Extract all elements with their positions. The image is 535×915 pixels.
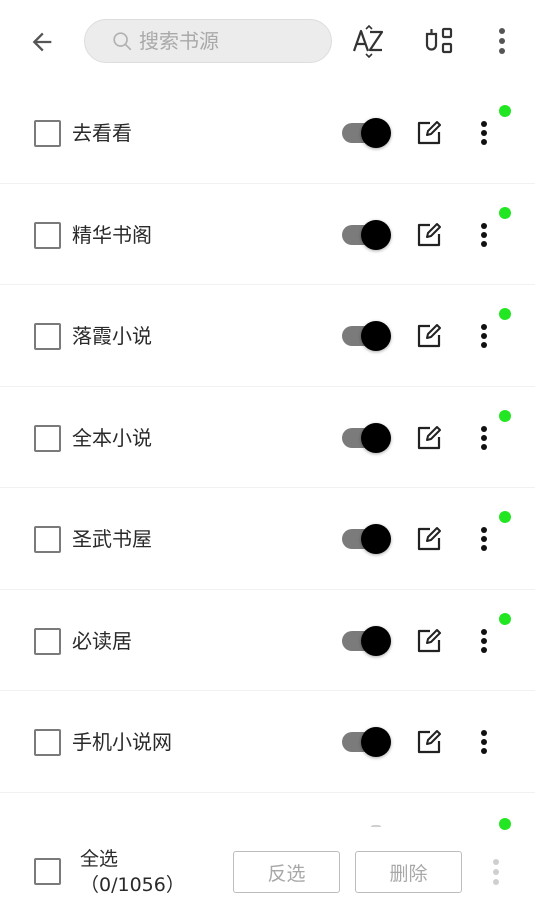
book-source-list[interactable]: 去看看精华书阁落霞小说全本小说圣武书屋 必读居手机小说网 [0, 82, 535, 827]
source-more-button[interactable] [470, 624, 498, 658]
source-more-button[interactable] [470, 218, 498, 252]
more-vertical-icon [480, 222, 488, 248]
invert-selection-button[interactable]: 反选 [233, 851, 340, 893]
status-dot [499, 308, 511, 320]
source-row[interactable]: 去看看 [0, 82, 535, 184]
more-vertical-icon [480, 729, 488, 755]
switch-thumb [361, 524, 391, 554]
more-vertical-icon [499, 28, 505, 54]
status-dot [499, 105, 511, 117]
source-row[interactable]: 全本小说 [0, 387, 535, 488]
switch-thumb [361, 727, 391, 757]
selection-count: （0/1056） [80, 874, 185, 896]
select-all-label[interactable]: 全选 [80, 847, 118, 871]
source-enable-switch[interactable] [342, 422, 392, 454]
source-name: 精华书阁 [72, 222, 152, 247]
source-name: 去看看 [72, 121, 132, 145]
status-dot [499, 818, 511, 830]
status-dot [499, 612, 511, 625]
search-input[interactable] [139, 29, 319, 53]
source-more-button[interactable] [470, 522, 498, 556]
edit-source-button[interactable] [414, 220, 444, 250]
source-more-button[interactable] [470, 319, 498, 353]
source-checkbox[interactable] [34, 627, 61, 655]
delete-button[interactable]: 删除 [355, 851, 462, 893]
edit-source-button[interactable] [414, 524, 444, 554]
source-enable-switch[interactable] [342, 117, 392, 149]
source-row[interactable]: 落霞小说 [0, 285, 535, 387]
edit-icon [416, 323, 442, 349]
switch-thumb [361, 321, 391, 351]
bottom-action-bar: 全选 （0/1056） 反选 删除 [0, 818, 535, 915]
source-checkbox[interactable] [34, 221, 61, 249]
source-name: 全本小说 [72, 425, 152, 450]
source-name: 必读居 [72, 628, 132, 653]
book-source-manager: 去看看精华书阁落霞小说全本小说圣武书屋 必读居手机小说网 全选 （0/1056）… [0, 0, 535, 915]
switch-thumb [361, 219, 391, 250]
source-enable-switch[interactable] [342, 726, 392, 758]
search-box[interactable] [84, 19, 332, 63]
more-vertical-icon [480, 526, 488, 552]
status-dot [499, 206, 511, 219]
more-vertical-icon [480, 323, 488, 349]
more-vertical-icon [480, 628, 488, 654]
source-checkbox[interactable] [34, 526, 61, 553]
edit-source-button[interactable] [414, 423, 444, 453]
source-more-button[interactable] [470, 421, 498, 455]
source-row[interactable]: 必读居 [0, 590, 535, 691]
edit-source-button[interactable] [414, 118, 444, 148]
status-dot [499, 409, 511, 422]
source-row-partial [0, 793, 535, 828]
source-checkbox[interactable] [34, 424, 61, 452]
bottom-more-button[interactable] [483, 855, 509, 889]
edit-icon [416, 425, 442, 451]
more-options-button[interactable] [481, 20, 523, 62]
source-row[interactable]: 精华书阁 [0, 184, 535, 285]
more-vertical-icon [480, 425, 488, 451]
edit-icon [416, 628, 442, 654]
sort-button[interactable] [348, 20, 390, 62]
group-button[interactable] [419, 20, 461, 62]
edit-icon [416, 120, 442, 146]
edit-icon [416, 729, 442, 755]
source-enable-switch[interactable] [342, 523, 392, 555]
source-more-button[interactable] [470, 116, 498, 150]
edit-icon [416, 526, 442, 552]
source-checkbox[interactable] [34, 120, 61, 147]
edit-icon [416, 222, 442, 248]
source-name: 手机小说网 [72, 730, 172, 754]
switch-thumb [361, 625, 391, 656]
search-icon [111, 30, 133, 52]
select-all-checkbox[interactable] [34, 858, 61, 885]
source-more-button[interactable] [470, 725, 498, 759]
status-dot [499, 511, 511, 523]
switch-thumb [361, 422, 391, 453]
sort-az-icon [352, 24, 384, 58]
source-checkbox[interactable] [34, 729, 61, 756]
source-checkbox[interactable] [34, 323, 61, 350]
source-enable-switch[interactable] [342, 320, 392, 352]
arrow-left-icon [32, 32, 52, 52]
edit-source-button[interactable] [414, 626, 444, 656]
switch-thumb [361, 118, 391, 148]
top-app-bar [0, 0, 535, 82]
more-vertical-icon [480, 120, 488, 146]
more-vertical-icon [493, 859, 499, 885]
edit-source-button[interactable] [414, 727, 444, 757]
back-button[interactable] [22, 22, 62, 62]
source-row[interactable]: 圣武书屋 [0, 488, 535, 590]
source-name: 落霞小说 [72, 324, 152, 348]
group-icon [425, 27, 453, 54]
source-enable-switch[interactable] [342, 625, 392, 657]
edit-source-button[interactable] [414, 321, 444, 351]
source-name: 圣武书屋 [72, 527, 152, 551]
source-row[interactable]: 手机小说网 [0, 691, 535, 793]
source-enable-switch[interactable] [342, 219, 392, 251]
